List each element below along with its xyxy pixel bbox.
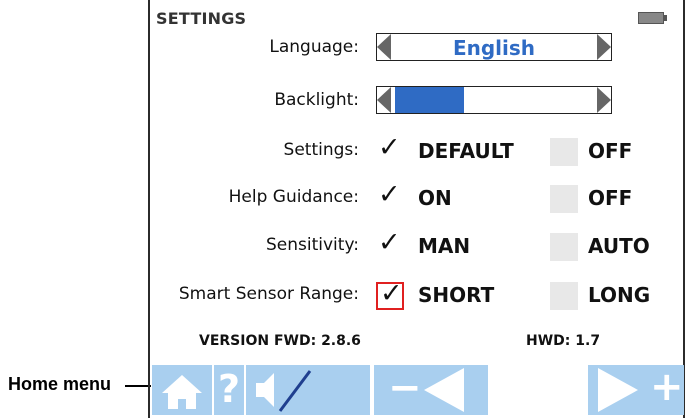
speaker-mute-icon (256, 370, 312, 412)
backlight-slider[interactable] (376, 86, 612, 114)
backlight-increase-icon[interactable] (597, 87, 611, 113)
home-icon (162, 375, 202, 409)
language-selector[interactable]: English (376, 33, 612, 61)
option-a-label[interactable]: ON (418, 186, 452, 210)
previous-arrow-icon[interactable] (424, 368, 486, 412)
mute-button[interactable] (246, 365, 370, 415)
option-a-checkbox[interactable]: ✓ (376, 134, 404, 166)
hardware-version: HWD: 1.7 (526, 333, 601, 349)
option-row-label: Settings: (283, 140, 359, 160)
checkmark-icon: ✓ (378, 179, 401, 210)
option-row-label: Help Guidance: (228, 187, 359, 207)
option-b-checkbox[interactable] (550, 138, 578, 166)
option-a-checkbox[interactable]: ✓ (376, 278, 404, 310)
backlight-level-fill (395, 87, 465, 113)
home-button[interactable] (152, 365, 212, 415)
minus-button[interactable]: − (388, 365, 422, 411)
plus-button[interactable]: + (650, 364, 684, 410)
option-a-checkbox[interactable]: ✓ (376, 229, 404, 261)
help-button[interactable]: ? (214, 365, 244, 415)
battery-icon (638, 12, 667, 24)
next-arrow-icon[interactable] (588, 368, 638, 412)
option-b-checkbox[interactable] (550, 185, 578, 213)
option-a-label[interactable]: MAN (418, 234, 470, 258)
language-label: Language: (269, 37, 359, 57)
option-b-label[interactable]: AUTO (588, 234, 650, 258)
language-value: English (452, 36, 536, 60)
backlight-decrease-icon[interactable] (377, 87, 391, 113)
page-title: SETTINGS (156, 9, 247, 28)
help-icon: ? (218, 367, 241, 411)
checkmark-icon: ✓ (378, 227, 401, 258)
language-next-icon[interactable] (597, 34, 611, 60)
home-menu-callout: Home menu (8, 374, 112, 394)
option-b-checkbox[interactable] (550, 233, 578, 261)
checkmark-icon: ✓ (380, 278, 403, 309)
screen-border-right (683, 0, 685, 418)
option-b-checkbox[interactable] (550, 282, 578, 310)
option-a-checkbox[interactable]: ✓ (376, 181, 404, 213)
screen-border-left (148, 0, 150, 418)
option-b-label[interactable]: OFF (588, 139, 632, 163)
firmware-version: VERSION FWD: 2.8.6 (199, 333, 361, 349)
value-display (488, 365, 588, 415)
backlight-label: Backlight: (274, 90, 359, 110)
option-row-label: Sensitivity: (266, 235, 359, 255)
checkmark-icon: ✓ (378, 132, 401, 163)
option-row-label: Smart Sensor Range: (178, 284, 359, 304)
option-a-label[interactable]: DEFAULT (418, 139, 514, 163)
option-b-label[interactable]: LONG (588, 283, 650, 307)
option-a-label[interactable]: SHORT (418, 283, 494, 307)
language-prev-icon[interactable] (377, 34, 391, 60)
option-b-label[interactable]: OFF (588, 186, 632, 210)
